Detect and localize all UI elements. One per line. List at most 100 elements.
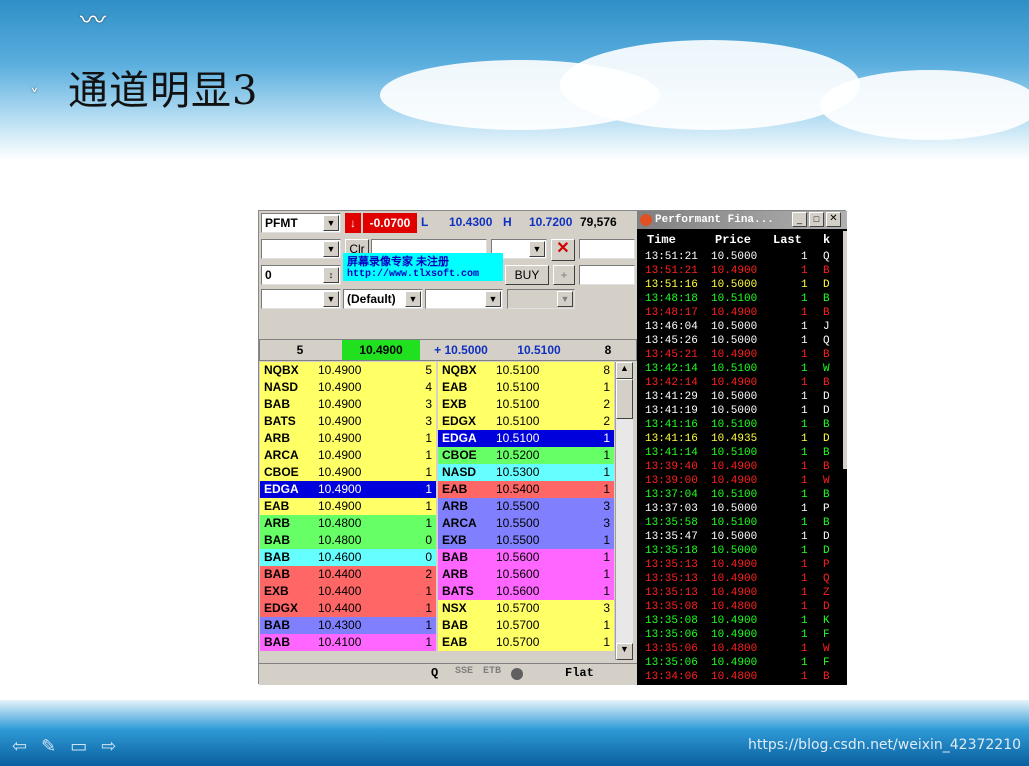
- seagull-icon: 〰: [80, 6, 107, 36]
- scroll-up-icon[interactable]: ▲: [616, 362, 633, 379]
- bid-row[interactable]: BAB 10.4100 1: [260, 634, 436, 651]
- bid-row[interactable]: CBOE 10.4900 1: [260, 464, 436, 481]
- bid-row[interactable]: BATS 10.4900 3: [260, 413, 436, 430]
- trade-row: 13:41:19 10.5000 1 D: [637, 404, 843, 418]
- trade-size: 1: [801, 265, 808, 277]
- ask-row[interactable]: EAB 10.5100 1: [438, 379, 614, 396]
- trade-price: 10.5000: [711, 391, 758, 403]
- scroll-down-icon[interactable]: ▼: [616, 643, 633, 660]
- cancel-x-button[interactable]: ✕: [551, 239, 575, 261]
- ask-row[interactable]: EDGX 10.5100 2: [438, 413, 614, 430]
- bid-row[interactable]: EDGA 10.4900 1: [260, 481, 436, 498]
- quote-size: 2: [603, 397, 610, 411]
- pen-icon[interactable]: ✎: [41, 736, 56, 757]
- bid-row[interactable]: ARCA 10.4900 1: [260, 447, 436, 464]
- quote-size: 1: [425, 516, 432, 530]
- market-maker: EAB: [264, 499, 290, 513]
- trade-row: 13:41:16 10.5100 1 B: [637, 418, 843, 432]
- chevron-down-icon[interactable]: ▼: [529, 241, 545, 257]
- trade-price: 10.4900: [711, 349, 758, 361]
- ask-row[interactable]: EXB 10.5100 2: [438, 396, 614, 413]
- trade-time: 13:39:00: [645, 475, 698, 487]
- buy-button[interactable]: BUY: [505, 265, 549, 285]
- ask-row[interactable]: BATS 10.5600 1: [438, 583, 614, 600]
- tas-scrollbar[interactable]: [843, 231, 847, 469]
- bid-row[interactable]: BAB 10.4600 0: [260, 549, 436, 566]
- quote-price: 10.5400: [496, 482, 540, 496]
- trade-time: 13:35:18: [645, 545, 698, 557]
- bid-row[interactable]: BAB 10.4300 1: [260, 617, 436, 634]
- close-button[interactable]: ✕: [826, 212, 841, 227]
- ask-row[interactable]: EDGA 10.5100 1: [438, 430, 614, 447]
- ask-row[interactable]: BAB 10.5700 1: [438, 617, 614, 634]
- trading-window: PFMT ▼ ↓ -0.0700 L 10.4300 H 10.7200 79,…: [258, 210, 847, 685]
- ask-row[interactable]: EAB 10.5700 1: [438, 634, 614, 651]
- trade-time: 13:35:47: [645, 531, 698, 543]
- ask-row[interactable]: ARB 10.5600 1: [438, 566, 614, 583]
- quote-size: 1: [603, 635, 610, 649]
- trade-time: 13:34:06: [645, 671, 698, 683]
- chevron-down-icon[interactable]: ▼: [557, 291, 573, 307]
- menu-icon[interactable]: ▭: [70, 736, 87, 757]
- ask-row[interactable]: EXB 10.5500 1: [438, 532, 614, 549]
- trade-exchange: D: [823, 601, 830, 613]
- back-icon[interactable]: ⇦: [12, 736, 27, 757]
- trade-time: 13:35:58: [645, 517, 698, 529]
- seagull-icon: ˅: [30, 86, 39, 107]
- trade-price: 10.5000: [711, 405, 758, 417]
- chevron-down-icon[interactable]: ▼: [323, 291, 339, 307]
- bid-row[interactable]: BAB 10.4900 3: [260, 396, 436, 413]
- chevron-down-icon[interactable]: ▼: [405, 291, 421, 307]
- ask-row[interactable]: CBOE 10.5200 1: [438, 447, 614, 464]
- extra-input[interactable]: [579, 239, 635, 259]
- bid-row[interactable]: ARB 10.4900 1: [260, 430, 436, 447]
- chevron-down-icon[interactable]: ▼: [485, 291, 501, 307]
- slide-title: 通道明显3: [68, 68, 259, 114]
- ask-row[interactable]: ARB 10.5500 3: [438, 498, 614, 515]
- market-maker: BAB: [442, 618, 468, 632]
- extra-input-2[interactable]: [579, 265, 635, 285]
- trade-price: 10.5000: [711, 531, 758, 543]
- trade-price: 10.5100: [711, 363, 758, 375]
- scrollbar[interactable]: ▲ ▼: [615, 362, 633, 660]
- bid-row[interactable]: NASD 10.4900 4: [260, 379, 436, 396]
- bid-row[interactable]: NQBX 10.4900 5: [260, 362, 436, 379]
- ask-row[interactable]: NSX 10.5700 3: [438, 600, 614, 617]
- trade-price: 10.5100: [711, 447, 758, 459]
- ask-row[interactable]: EAB 10.5400 1: [438, 481, 614, 498]
- trade-size: 1: [801, 545, 808, 557]
- ask-row[interactable]: NQBX 10.5100 8: [438, 362, 614, 379]
- trade-price: 10.5000: [711, 251, 758, 263]
- bid-row[interactable]: EXB 10.4400 1: [260, 583, 436, 600]
- ask-row[interactable]: NASD 10.5300 1: [438, 464, 614, 481]
- quantity-stepper[interactable]: ↕: [323, 267, 339, 283]
- trade-exchange: P: [823, 559, 830, 571]
- ask-row[interactable]: ARCA 10.5500 3: [438, 515, 614, 532]
- quote-price: 10.4900: [318, 363, 362, 377]
- bid-row[interactable]: BAB 10.4800 0: [260, 532, 436, 549]
- trade-exchange: B: [823, 377, 830, 389]
- trade-size: 1: [801, 251, 808, 263]
- quote-size: 5: [425, 363, 432, 377]
- trade-price: 10.4900: [711, 265, 758, 277]
- minimize-button[interactable]: _: [792, 212, 807, 227]
- quote-size: 1: [603, 584, 610, 598]
- quote-size: 3: [425, 414, 432, 428]
- bid-row[interactable]: ARB 10.4800 1: [260, 515, 436, 532]
- forward-icon[interactable]: ⇨: [101, 736, 116, 757]
- bid-row[interactable]: EDGX 10.4400 1: [260, 600, 436, 617]
- bid-row[interactable]: EAB 10.4900 1: [260, 498, 436, 515]
- ask-row[interactable]: BAB 10.5600 1: [438, 549, 614, 566]
- scroll-thumb[interactable]: [616, 379, 633, 419]
- position-flat: Flat: [565, 666, 594, 680]
- trade-exchange: F: [823, 657, 830, 669]
- trade-row: 13:34:06 10.4800 1 B: [637, 670, 843, 684]
- level1-header: 5 10.4900 + 10.5000 10.5100 8: [259, 339, 637, 361]
- plus-button[interactable]: +: [553, 265, 575, 285]
- time-and-sales-panel: Performant Fina... _ □ ✕ Time Price Last…: [637, 211, 847, 685]
- market-maker: BAB: [264, 635, 290, 649]
- maximize-button[interactable]: □: [809, 212, 824, 227]
- chevron-down-icon[interactable]: ▼: [323, 215, 339, 231]
- chevron-down-icon[interactable]: ▼: [323, 241, 339, 257]
- bid-row[interactable]: BAB 10.4400 2: [260, 566, 436, 583]
